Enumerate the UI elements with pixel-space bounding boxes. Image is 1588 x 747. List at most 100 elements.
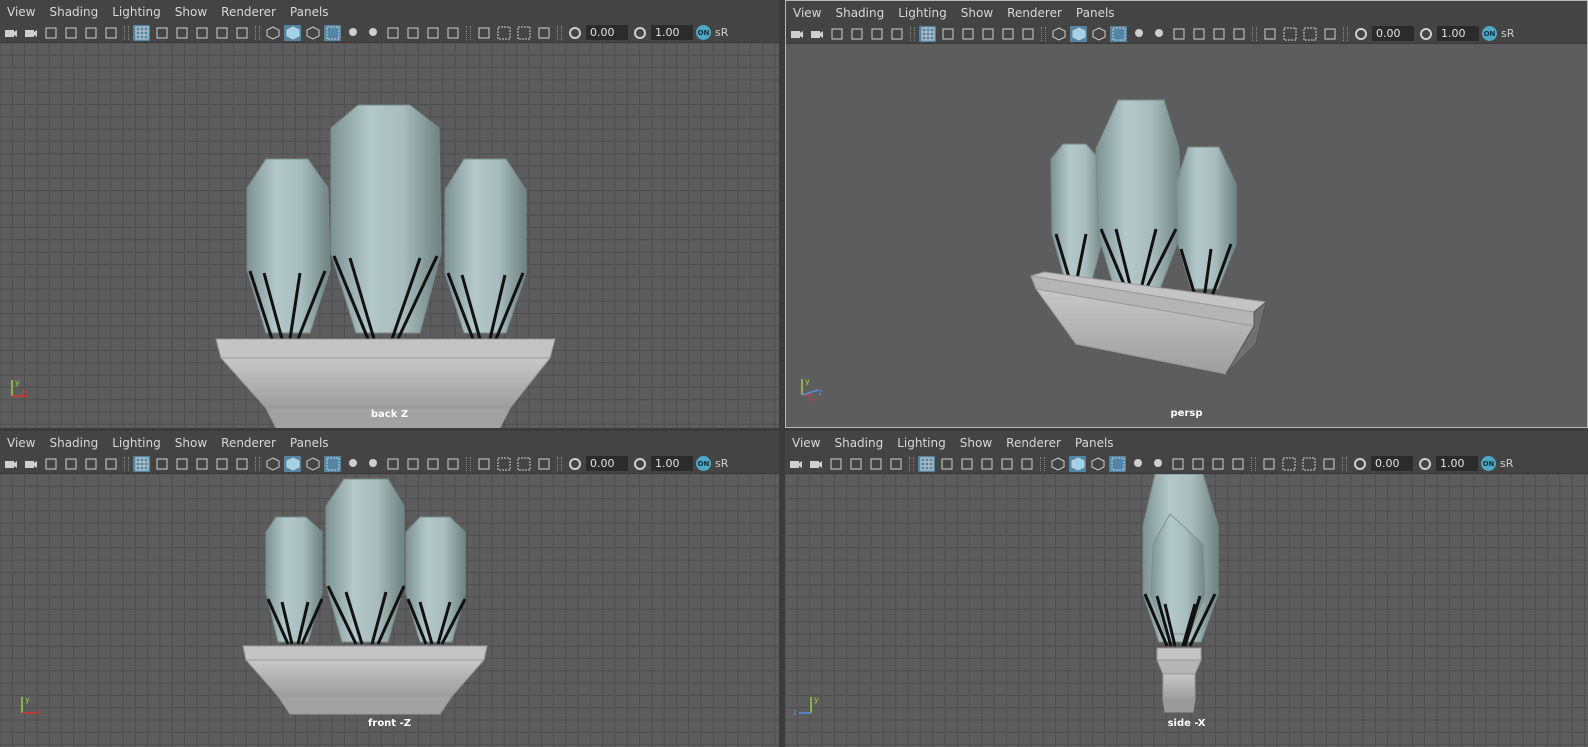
motion-blur-icon[interactable] [404, 25, 421, 41]
menu-panels[interactable]: Panels [283, 436, 336, 450]
pane-divider-horizontal[interactable] [0, 428, 1588, 431]
gate-mask-icon[interactable] [978, 456, 995, 472]
color-management-toggle[interactable]: ON [1482, 26, 1497, 41]
backface-culling-icon[interactable] [535, 25, 552, 41]
film-gate-icon[interactable] [939, 26, 956, 42]
backface-culling-icon[interactable] [535, 456, 552, 472]
smooth-shade-icon[interactable] [284, 455, 301, 472]
menu-shading[interactable]: Shading [827, 436, 890, 450]
viewport-panel-back[interactable]: View Shading Lighting Show Renderer Pane… [0, 0, 779, 428]
camera-attributes-icon[interactable] [808, 26, 825, 42]
depth-of-field-icon[interactable] [1229, 456, 1246, 472]
use-all-lights-icon[interactable] [1129, 456, 1146, 472]
viewport-panel-side[interactable]: View Shading Lighting Show Renderer Pane… [785, 431, 1588, 747]
backface-culling-icon[interactable] [1320, 456, 1337, 472]
screen-space-ao-icon[interactable] [384, 456, 401, 472]
screen-space-ao-icon[interactable] [1170, 26, 1187, 42]
multisample-aa-icon[interactable] [1210, 26, 1227, 42]
xray-active-icon[interactable] [1300, 456, 1317, 472]
grid-icon[interactable] [919, 25, 936, 42]
menu-renderer[interactable]: Renderer [999, 436, 1068, 450]
default-material-icon[interactable] [304, 25, 321, 41]
exposure-field[interactable]: 0.00 [586, 456, 628, 471]
menu-view[interactable]: View [0, 5, 42, 19]
exposure-icon[interactable] [566, 25, 583, 41]
menu-view[interactable]: View [786, 6, 828, 20]
menu-show[interactable]: Show [168, 5, 214, 19]
menu-shading[interactable]: Shading [42, 5, 105, 19]
2d-pan-zoom-icon[interactable] [82, 25, 99, 41]
isolate-select-icon[interactable] [1261, 26, 1278, 42]
gate-mask-icon[interactable] [193, 25, 210, 41]
xray-active-icon[interactable] [515, 25, 532, 41]
gamma-icon[interactable] [1417, 26, 1434, 42]
viewport-canvas[interactable]: y x z persp [786, 44, 1587, 427]
gamma-field[interactable]: 1.00 [651, 25, 693, 40]
film-gate-icon[interactable] [153, 456, 170, 472]
menu-shading[interactable]: Shading [42, 436, 105, 450]
motion-blur-icon[interactable] [404, 456, 421, 472]
xray-icon[interactable] [1109, 455, 1126, 472]
default-material-icon[interactable] [1090, 26, 1107, 42]
viewport-panel-front[interactable]: View Shading Lighting Show Renderer Pane… [0, 431, 779, 747]
gate-mask-icon[interactable] [193, 456, 210, 472]
resolution-gate-icon[interactable] [958, 456, 975, 472]
color-space-label[interactable]: sR [1501, 27, 1514, 40]
camera-attributes-icon[interactable] [22, 25, 39, 41]
menu-lighting[interactable]: Lighting [891, 6, 954, 20]
xray-icon[interactable] [1110, 25, 1127, 42]
gamma-field[interactable]: 1.00 [1437, 26, 1479, 41]
grease-pencil-icon[interactable] [888, 26, 905, 42]
isolate-select-icon[interactable] [475, 456, 492, 472]
resolution-gate-icon[interactable] [173, 25, 190, 41]
screen-space-ao-icon[interactable] [1169, 456, 1186, 472]
exposure-field[interactable]: 0.00 [1371, 456, 1413, 471]
camera-attributes-icon[interactable] [22, 456, 39, 472]
safe-title-icon[interactable] [233, 456, 250, 472]
multisample-aa-icon[interactable] [1209, 456, 1226, 472]
multisample-aa-icon[interactable] [424, 25, 441, 41]
color-space-label[interactable]: sR [715, 457, 728, 470]
film-gate-icon[interactable] [938, 456, 955, 472]
camera-icon[interactable] [788, 26, 805, 42]
field-chart-icon[interactable] [213, 456, 230, 472]
viewport-panel-persp[interactable]: View Shading Lighting Show Renderer Pane… [785, 0, 1588, 428]
gamma-field[interactable]: 1.00 [651, 456, 693, 471]
shadows-icon[interactable] [1150, 26, 1167, 42]
grease-pencil-icon[interactable] [102, 456, 119, 472]
safe-title-icon[interactable] [233, 25, 250, 41]
image-plane-icon[interactable] [62, 456, 79, 472]
exposure-icon[interactable] [566, 456, 583, 472]
gamma-icon[interactable] [1416, 456, 1433, 472]
menu-panels[interactable]: Panels [283, 5, 336, 19]
color-management-toggle[interactable]: ON [696, 456, 711, 471]
image-plane-icon[interactable] [848, 26, 865, 42]
menu-view[interactable]: View [0, 436, 42, 450]
safe-title-icon[interactable] [1018, 456, 1035, 472]
motion-blur-icon[interactable] [1189, 456, 1206, 472]
menu-lighting[interactable]: Lighting [890, 436, 953, 450]
xray-joints-icon[interactable] [1281, 26, 1298, 42]
isolate-select-icon[interactable] [1260, 456, 1277, 472]
shadows-icon[interactable] [364, 456, 381, 472]
camera-attributes-icon[interactable] [807, 456, 824, 472]
safe-title-icon[interactable] [1019, 26, 1036, 42]
motion-blur-icon[interactable] [1190, 26, 1207, 42]
film-gate-icon[interactable] [153, 25, 170, 41]
menu-panels[interactable]: Panels [1068, 436, 1121, 450]
grid-icon[interactable] [918, 455, 935, 472]
default-material-icon[interactable] [1089, 456, 1106, 472]
menu-show[interactable]: Show [953, 436, 999, 450]
2d-pan-zoom-icon[interactable] [867, 456, 884, 472]
menu-renderer[interactable]: Renderer [1000, 6, 1069, 20]
shadows-icon[interactable] [364, 25, 381, 41]
depth-of-field-icon[interactable] [444, 25, 461, 41]
grease-pencil-icon[interactable] [887, 456, 904, 472]
xray-joints-icon[interactable] [495, 25, 512, 41]
camera-icon[interactable] [787, 456, 804, 472]
exposure-field[interactable]: 0.00 [586, 25, 628, 40]
xray-icon[interactable] [324, 455, 341, 472]
color-management-toggle[interactable]: ON [696, 25, 711, 40]
menu-show[interactable]: Show [954, 6, 1000, 20]
bookmark-icon[interactable] [828, 26, 845, 42]
